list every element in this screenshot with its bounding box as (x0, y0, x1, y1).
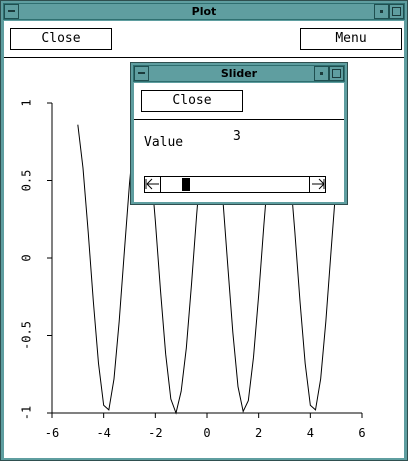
value-readout: 3 (233, 129, 241, 144)
plot-window-title: Plot (191, 5, 217, 18)
maximize-icon[interactable] (389, 4, 404, 19)
x-tick-label: -4 (96, 426, 110, 440)
y-tick-label: 0.5 (20, 170, 34, 192)
y-tick-label: -1 (20, 406, 34, 420)
slider-maximize-icon[interactable] (329, 66, 344, 81)
plot-close-button[interactable]: Close (10, 28, 112, 50)
slider-minimize-icon[interactable] (314, 66, 329, 81)
slider-window-title: Slider (220, 67, 258, 80)
x-tick-label: 6 (358, 426, 365, 440)
value-scrollbar[interactable] (144, 176, 326, 193)
x-tick-label: 4 (307, 426, 314, 440)
slider-thumb[interactable] (182, 178, 190, 191)
plot-menu-button[interactable]: Menu (300, 28, 402, 50)
slider-client-area: Close Value 3 (134, 83, 344, 202)
scroll-left-arrow-icon[interactable] (145, 177, 161, 192)
x-tick-label: -6 (45, 426, 59, 440)
slider-close-button[interactable]: Close (141, 90, 243, 112)
x-tick-label: -2 (148, 426, 162, 440)
y-tick-label: 0 (20, 254, 34, 261)
slider-titlebar[interactable]: Slider (133, 65, 345, 82)
minimize-icon[interactable] (374, 4, 389, 19)
x-tick-label: 2 (255, 426, 262, 440)
y-tick-label: -0.5 (20, 321, 34, 350)
slider-toolbar-divider (134, 119, 344, 120)
slider-window: Slider Close Value 3 (130, 62, 348, 205)
scroll-right-arrow-icon[interactable] (309, 177, 325, 192)
plot-titlebar[interactable]: Plot (3, 3, 405, 20)
value-label: Value (144, 135, 184, 150)
x-tick-label: 0 (203, 426, 210, 440)
y-tick-label: 1 (20, 99, 34, 106)
